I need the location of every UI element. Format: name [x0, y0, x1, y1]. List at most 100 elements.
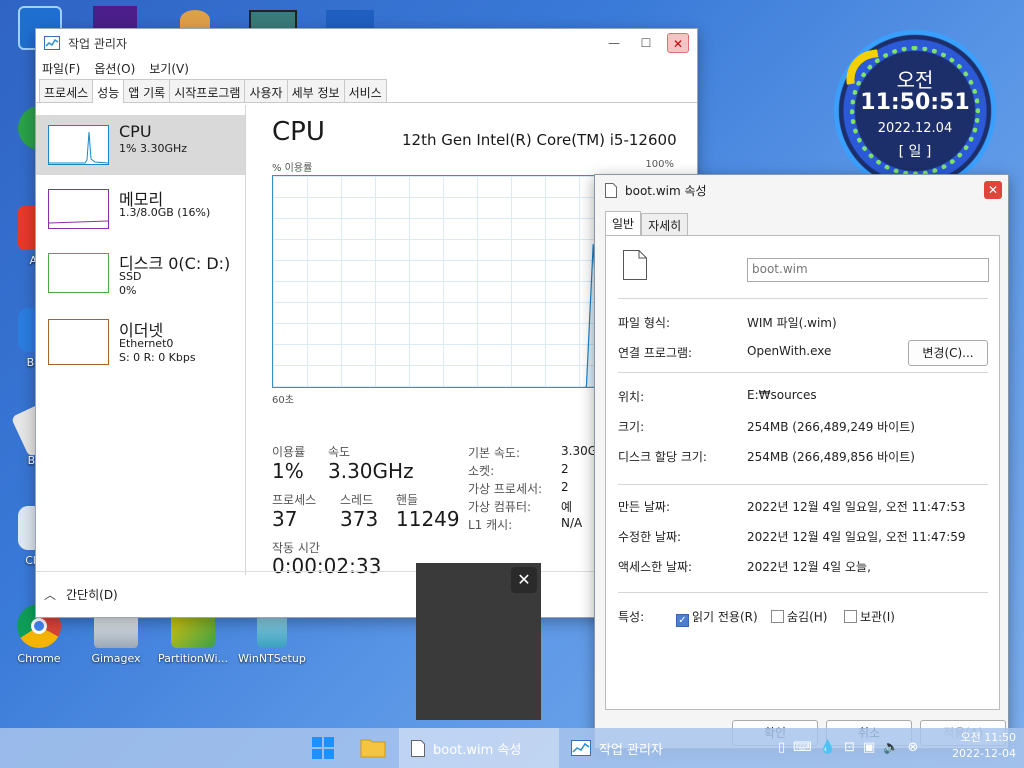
performance-sidebar: CPU 1% 3.30GHz 메모리 1.3/8.0GB (16%) 디스크 0…	[36, 105, 246, 575]
clock-date: 2022.12.04	[877, 121, 953, 136]
file-explorer-taskbar[interactable]	[360, 736, 386, 758]
location-label: 위치:	[618, 390, 645, 404]
readonly-checkbox-row[interactable]: ✓ 읽기 전용(R)	[676, 608, 758, 627]
start-button[interactable]	[312, 737, 334, 759]
tab-services[interactable]: 서비스	[343, 79, 387, 102]
attributes-label: 특성:	[618, 610, 645, 624]
tab-details[interactable]: 세부 정보	[286, 79, 345, 102]
base-speed-value: 3.30G	[561, 444, 598, 458]
tab-startup[interactable]: 시작프로그램	[169, 79, 246, 102]
hidden-checkbox-row[interactable]: 숨김(H)	[771, 608, 827, 625]
opens-with-value: OpenWith.exe	[747, 344, 832, 358]
cpu-detail-panel: CPU 12th Gen Intel(R) Core(TM) i5-12600 …	[272, 117, 692, 578]
opens-with-label: 연결 프로그램:	[618, 346, 693, 360]
chevron-up-icon[interactable]: ︿	[44, 586, 56, 603]
sidebar-item-memory[interactable]: 메모리 1.3/8.0GB (16%)	[36, 179, 245, 239]
graph-header: % 이용률 100%	[272, 159, 674, 174]
accessed-label: 액세스한 날짜:	[618, 560, 693, 574]
hidden-checkbox[interactable]	[771, 610, 784, 623]
processes-value: 37	[272, 507, 298, 531]
menu-view[interactable]: 보기(V)	[149, 60, 189, 77]
modified-label: 수정한 날짜:	[618, 530, 682, 544]
sidebar-cpu-name: CPU	[119, 122, 152, 141]
clock-ampm: 오전	[896, 68, 934, 92]
properties-close-button[interactable]: ✕	[984, 181, 1002, 199]
tab-general[interactable]: 일반	[605, 211, 642, 235]
volume-icon[interactable]: 🔈	[883, 740, 899, 755]
base-speed-label: 기본 속도:	[468, 446, 521, 460]
tab-processes[interactable]: 프로세스	[39, 79, 94, 102]
modified-value: 2022년 12월 4일 일요일, 오전 11:47:59	[747, 530, 966, 544]
dark-popup: ✕	[416, 563, 541, 720]
desktop-icon-user-top[interactable]	[180, 10, 210, 30]
l1-cache-value: N/A	[561, 516, 583, 530]
threads-value: 373	[340, 507, 379, 531]
archive-checkbox[interactable]	[844, 610, 857, 623]
task-manager-titlebar[interactable]: 작업 관리자 — ☐ ✕	[36, 29, 697, 57]
desktop-icon-cpu-top[interactable]	[93, 6, 137, 30]
sidebar-item-ethernet[interactable]: 이더넷 Ethernet0 S: 0 R: 0 Kbps	[36, 307, 245, 367]
power-icon[interactable]: ⊗	[908, 740, 919, 755]
clock-weekday: [ 일 ]	[898, 144, 932, 160]
taskbar-app-properties[interactable]: boot.wim 속성	[399, 728, 559, 768]
menu-file[interactable]: 파일(F)	[42, 60, 80, 77]
created-value: 2022년 12월 4일 일요일, 오전 11:47:53	[747, 500, 966, 514]
divider	[618, 592, 988, 593]
handles-value: 11249	[396, 507, 460, 531]
tab-app-history[interactable]: 앱 기록	[123, 79, 171, 102]
usb-icon[interactable]: ▯	[778, 740, 785, 755]
close-icon[interactable]: ✕	[511, 567, 537, 593]
virtual-machine-label: 가상 컴퓨터:	[468, 500, 532, 514]
change-button[interactable]: 변경(C)...	[908, 340, 988, 366]
tab-details-props[interactable]: 자세히	[641, 213, 689, 235]
task-manager-tabs: 프로세스 성능 앱 기록 시작프로그램 사용자 세부 정보 서비스	[36, 79, 697, 103]
drop-icon[interactable]: 💧	[820, 740, 836, 755]
l1-cache-label: L1 캐시:	[468, 518, 513, 532]
close-button[interactable]: ✕	[667, 33, 689, 53]
filename-field[interactable]: boot.wim	[747, 258, 989, 282]
minimize-button[interactable]: —	[603, 33, 625, 53]
taskbar-app-taskmgr[interactable]: 작업 관리자	[559, 728, 709, 768]
tab-users[interactable]: 사용자	[244, 79, 288, 102]
menu-bar: 파일(F) 옵션(O) 보기(V)	[36, 57, 697, 79]
memory-thumbnail	[48, 189, 109, 229]
keyboard-icon[interactable]: ⌨	[793, 740, 812, 755]
readonly-checkbox[interactable]: ✓	[676, 614, 689, 627]
drive-icon	[94, 614, 138, 648]
sidebar-disk-type: SSD	[119, 270, 142, 283]
task-manager-icon	[571, 740, 591, 756]
cpu-thumbnail	[48, 125, 109, 165]
menu-options[interactable]: 옵션(O)	[94, 60, 135, 77]
taskbar-time: 오전 11:50	[960, 731, 1016, 744]
graph-time-span: 60초	[272, 395, 294, 406]
sidebar-item-disk[interactable]: 디스크 0(C: D:) SSD 0%	[36, 243, 245, 303]
network-icon[interactable]: ⊡	[844, 740, 855, 755]
clock-widget: 오전 11:50:51 2022.12.04 [ 일 ]	[834, 30, 996, 192]
windows-icon	[312, 737, 334, 759]
disk-size-label: 디스크 할당 크기:	[618, 450, 707, 464]
archive-checkbox-row[interactable]: 보관(I)	[844, 608, 895, 625]
file-large-icon	[623, 250, 647, 280]
desktop-icon-word-top[interactable]	[326, 10, 374, 30]
sidebar-item-cpu[interactable]: CPU 1% 3.30GHz	[36, 115, 245, 175]
threads-label: 스레드	[340, 493, 374, 507]
taskbar-clock[interactable]: 오전 11:50 2022-12-04	[952, 730, 1016, 762]
properties-title: boot.wim 속성	[625, 183, 707, 198]
collapse-button[interactable]: 간단히(D)	[66, 586, 118, 603]
properties-titlebar[interactable]: boot.wim 속성	[595, 175, 1008, 205]
properties-tabs: 일반 자세히	[605, 211, 689, 235]
maximize-button[interactable]: ☐	[635, 33, 657, 53]
speed-value: 3.30GHz	[328, 459, 414, 483]
system-tray: ▯ ⌨ 💧 ⊡ ▣ 🔈 ⊗	[778, 740, 918, 755]
graph-label: % 이용률	[272, 163, 313, 174]
speed-label: 속도	[328, 445, 351, 459]
disk-size-value: 254MB (266,489,856 바이트)	[747, 450, 915, 464]
tab-performance[interactable]: 성능	[92, 79, 125, 103]
desktop-icon-monitor-top[interactable]	[249, 10, 297, 30]
display-icon[interactable]: ▣	[863, 740, 875, 755]
sidebar-cpu-usage: 1% 3.30GHz	[119, 142, 188, 155]
task-manager-icon	[44, 36, 60, 50]
sidebar-memory-usage: 1.3/8.0GB (16%)	[119, 206, 211, 219]
type-label: 파일 형식:	[618, 316, 671, 330]
accessed-value: 2022년 12월 4일 오늘,	[747, 560, 871, 574]
